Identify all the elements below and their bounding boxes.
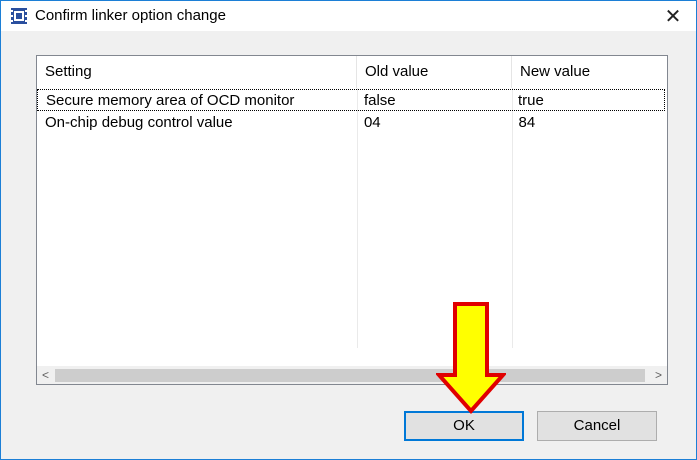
column-header-setting[interactable]: Setting bbox=[37, 56, 357, 88]
table-row[interactable]: On-chip debug control value 04 84 bbox=[37, 112, 665, 134]
cell-new-value: 84 bbox=[518, 114, 536, 131]
scroll-right-arrow-icon[interactable]: > bbox=[650, 367, 667, 384]
cancel-button[interactable]: Cancel bbox=[537, 411, 657, 441]
ok-button[interactable]: OK bbox=[404, 411, 524, 441]
app-chip-icon bbox=[11, 8, 27, 24]
list-header: Setting Old value New value bbox=[37, 56, 667, 88]
cell-new-value: true bbox=[517, 92, 544, 109]
column-header-old-value[interactable]: Old value bbox=[357, 56, 512, 88]
horizontal-scrollbar[interactable]: < > bbox=[37, 366, 667, 384]
column-header-new-value[interactable]: New value bbox=[512, 56, 667, 88]
scroll-thumb[interactable] bbox=[55, 369, 645, 382]
cell-old-value: 04 bbox=[363, 114, 381, 131]
cell-setting: On-chip debug control value bbox=[45, 114, 233, 131]
title-bar: Confirm linker option change ✕ bbox=[1, 1, 696, 31]
dialog-window: Confirm linker option change ✕ Setting O… bbox=[0, 0, 697, 460]
close-icon: ✕ bbox=[664, 5, 682, 28]
close-button[interactable]: ✕ bbox=[650, 1, 696, 31]
dialog-body: Setting Old value New value Secure memor… bbox=[1, 31, 696, 459]
table-row[interactable]: Secure memory area of OCD monitor false … bbox=[37, 89, 665, 111]
down-arrow-icon bbox=[436, 302, 506, 414]
scroll-left-arrow-icon[interactable]: < bbox=[37, 367, 54, 384]
cell-setting: Secure memory area of OCD monitor bbox=[46, 92, 295, 109]
window-title: Confirm linker option change bbox=[35, 7, 226, 24]
cell-old-value: false bbox=[363, 92, 396, 109]
settings-list[interactable]: Setting Old value New value Secure memor… bbox=[36, 55, 668, 385]
